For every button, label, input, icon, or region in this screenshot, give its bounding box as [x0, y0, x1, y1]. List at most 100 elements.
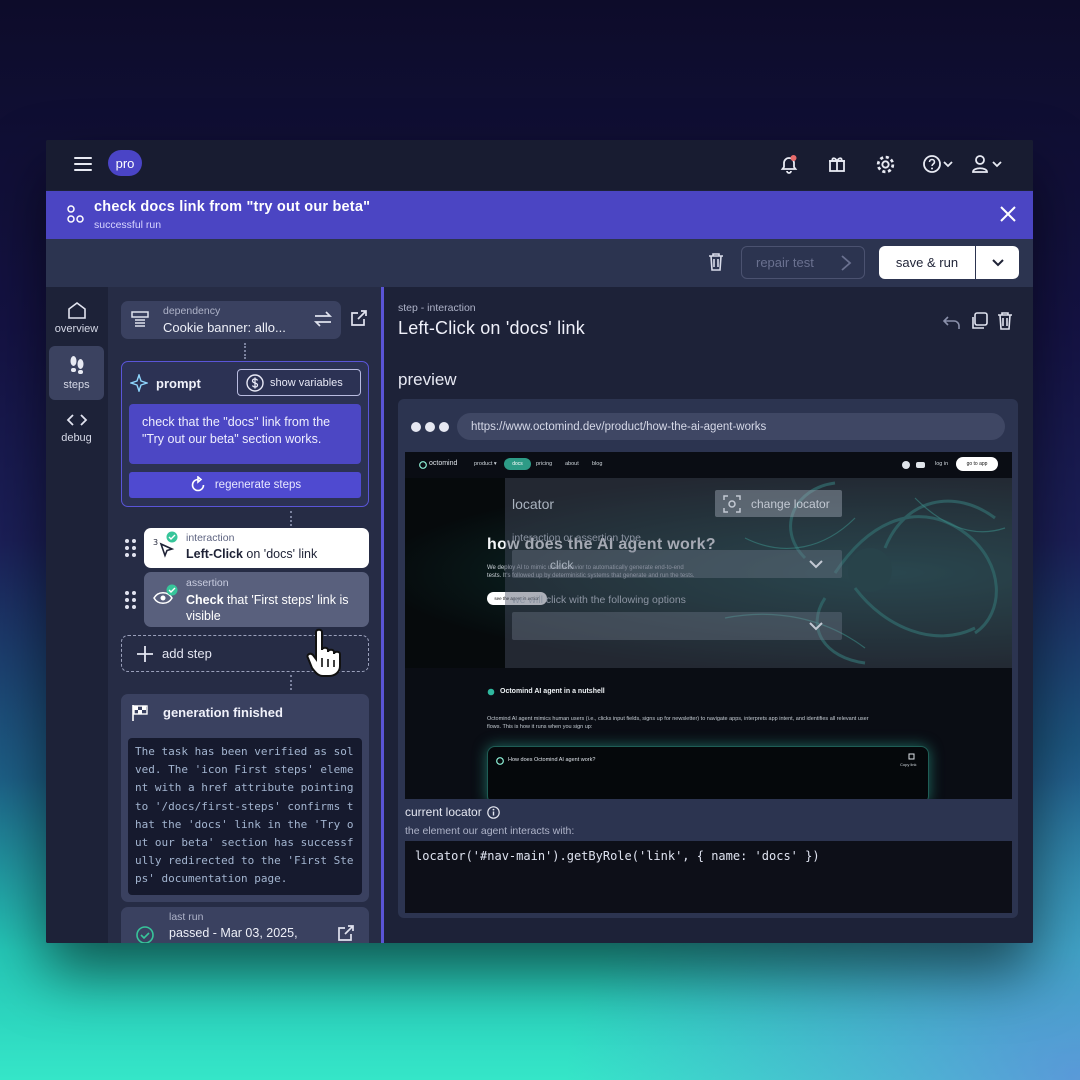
target-icon [723, 494, 741, 513]
user-icon[interactable] [971, 152, 1005, 176]
window-dots-icon [411, 422, 449, 432]
site-section-text: Octomind AI agent mimics human users (i.… [487, 716, 869, 722]
gift-icon[interactable] [824, 152, 850, 176]
check-badge-icon [166, 584, 178, 596]
regenerate-steps-button[interactable]: regenerate steps [129, 472, 361, 498]
site-copy-link: Copy link [900, 762, 917, 767]
prompt-title: prompt [156, 376, 201, 391]
top-bar: pro [46, 140, 1033, 190]
sidebar-item-steps[interactable]: steps [49, 346, 104, 400]
site-video: How does Octomind AI agent work? Copy li… [487, 746, 929, 799]
preview-label: preview [398, 370, 457, 389]
test-case-icon [66, 205, 84, 223]
generation-log: The task has been verified as sol ved. T… [128, 738, 362, 895]
sidebar-item-debug[interactable]: debug [49, 401, 104, 455]
change-locator-button[interactable]: change locator [715, 490, 842, 517]
hand-cursor-icon [306, 628, 341, 677]
generation-card: generation finished The task has been ve… [121, 694, 369, 902]
site-cta: go to app [956, 457, 998, 471]
click-options-select[interactable] [512, 612, 842, 640]
website-screenshot: octomind product ▾ docs pricing about bl… [405, 452, 1012, 799]
show-variables-label: show variables [270, 376, 343, 389]
generation-title: generation finished [163, 705, 283, 720]
chevron-right-icon [841, 255, 852, 271]
locator-overlay: locator change locator interaction or as… [505, 478, 1012, 668]
external-link-icon[interactable] [337, 924, 355, 942]
connector [290, 511, 292, 526]
save-run-button[interactable]: save & run [879, 246, 975, 279]
swap-icon[interactable] [313, 310, 333, 328]
show-variables-button[interactable]: show variables [237, 369, 361, 396]
save-options-dropdown[interactable] [976, 246, 1019, 279]
step-detail-panel: step - interaction Left-Click on 'docs' … [384, 287, 1033, 943]
help-icon[interactable] [922, 152, 956, 176]
duplicate-icon[interactable] [970, 312, 988, 330]
interaction-type-select[interactable]: click [512, 550, 842, 578]
octomind-logo-icon [496, 757, 504, 765]
steps-panel: dependency Cookie banner: allo... prompt… [108, 287, 383, 943]
gear-icon[interactable] [872, 152, 898, 176]
site-video-title: How does Octomind AI agent work? [508, 757, 596, 763]
step-action: Check [186, 593, 224, 607]
site-nav: octomind product ▾ docs pricing about bl… [405, 452, 1012, 478]
test-status: successful run [94, 219, 162, 231]
site-nav-item: pricing [536, 461, 553, 467]
octomind-logo-icon [487, 688, 495, 696]
last-run-value: passed - Mar 03, 2025, [169, 926, 298, 940]
url-bar[interactable]: https://www.octomind.dev/product/how-the… [457, 413, 1005, 440]
close-icon[interactable] [999, 205, 1017, 223]
copy-icon [908, 753, 915, 760]
prompt-text[interactable]: check that the "docs" link from the "Try… [129, 404, 361, 464]
code-icon [66, 414, 87, 426]
site-brand: octomind [429, 460, 458, 467]
repair-test-button[interactable]: repair test [741, 246, 865, 279]
menu-icon[interactable] [74, 157, 92, 171]
info-icon[interactable] [486, 805, 500, 819]
connector [290, 675, 292, 690]
chevron-down-icon [991, 258, 1004, 266]
dependency-icon [131, 311, 149, 327]
refresh-icon [191, 476, 205, 492]
site-section-text: flows. This is how it runs when you sign… [487, 724, 593, 730]
site-nav-item: product ▾ [474, 461, 497, 467]
locator-code[interactable]: locator('#nav-main').getByRole('link', {… [405, 841, 1012, 913]
dependency-card[interactable]: dependency Cookie banner: allo... [121, 301, 341, 339]
prompt-card: prompt show variables check that the "do… [121, 361, 369, 507]
site-nav-item: blog [592, 461, 603, 467]
overlay-locator-label: locator [512, 496, 555, 512]
step-title: Left-Click on 'docs' link [398, 318, 585, 338]
dependency-value: Cookie banner: allo... [163, 320, 286, 335]
change-locator-label: change locator [751, 496, 830, 511]
undo-icon[interactable] [942, 313, 962, 331]
current-locator-section: current locator the element our agent in… [405, 799, 1012, 913]
external-link-icon[interactable] [350, 309, 368, 327]
regenerate-label: regenerate steps [214, 479, 302, 491]
trash-icon[interactable] [997, 312, 1013, 330]
toolbar: repair test save & run [46, 239, 1033, 287]
trash-icon[interactable] [708, 253, 724, 271]
sparkle-icon [130, 374, 148, 392]
check-circle-icon [136, 926, 154, 943]
interaction-type-value: click [550, 558, 574, 572]
social-icons [902, 461, 925, 469]
step-item-interaction[interactable]: 3 interaction Left-Click on 'docs' link [144, 528, 369, 568]
last-run-card[interactable]: last run passed - Mar 03, 2025, [121, 907, 369, 943]
sidebar-item-overview[interactable]: overview [49, 291, 104, 345]
app-window: pro check docs link from "try out our be… [46, 140, 1033, 943]
drag-handle-icon[interactable] [125, 591, 137, 609]
step-item-assertion[interactable]: assertion Check that 'First steps' link … [144, 572, 369, 627]
overlay-options-label: we will click with the following options [512, 594, 686, 606]
footprints-icon [70, 356, 83, 374]
site-nav-item-docs[interactable]: docs [504, 458, 531, 470]
dependency-label: dependency [163, 305, 221, 317]
home-icon [67, 302, 86, 319]
chevron-down-icon [809, 560, 823, 569]
plan-badge[interactable]: pro [108, 150, 142, 176]
site-login: log in [935, 461, 949, 467]
sidebar-item-label: steps [63, 379, 90, 391]
add-step-label: add step [162, 646, 212, 661]
bell-icon[interactable] [776, 152, 802, 176]
chevron-down-icon [809, 622, 823, 631]
step-type: interaction [186, 532, 235, 544]
drag-handle-icon[interactable] [125, 539, 137, 557]
